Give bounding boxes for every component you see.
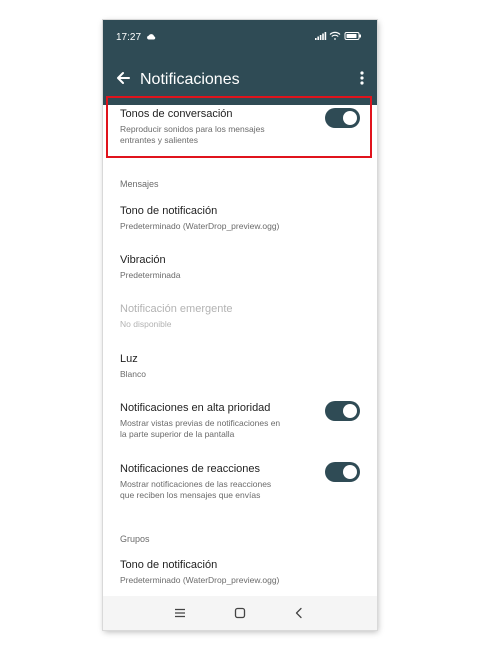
subtitle-line: la parte superior de la pantalla [120, 429, 235, 439]
status-time: 17:27 [116, 32, 142, 43]
signal-icon [315, 32, 327, 40]
home-icon[interactable] [233, 606, 247, 620]
setting-title: Vibración [120, 254, 166, 266]
setting-title: Luz [120, 353, 138, 365]
setting-notification-tone[interactable]: Tono de notificación Predeterminado (Wat… [120, 205, 360, 232]
setting-vibration[interactable]: Vibración Predeterminada [120, 254, 360, 281]
highlight-box [106, 96, 372, 158]
cloud-icon [146, 32, 156, 43]
subtitle-line: que reciben los mensajes que envías [120, 490, 261, 500]
setting-title: Notificación emergente [120, 303, 233, 315]
setting-value: Predeterminado (WaterDrop_preview.ogg) [120, 575, 280, 585]
status-icons [315, 31, 363, 41]
setting-value: Blanco [120, 369, 146, 379]
status-bar: 17:27 [103, 20, 377, 52]
setting-title: Notificaciones en alta prioridad [120, 402, 271, 414]
setting-subtitle: Mostrar vistas previas de notificaciones… [120, 418, 360, 440]
setting-title: Notificaciones de reacciones [120, 463, 261, 475]
setting-value: No disponible [120, 319, 172, 329]
setting-group-notification-tone[interactable]: Tono de notificación Predeterminado (Wat… [120, 559, 360, 586]
wifi-icon [329, 31, 341, 40]
subtitle-line: Mostrar notificaciones de las reacciones [120, 479, 272, 489]
subtitle-line: Mostrar vistas previas de notificaciones… [120, 418, 281, 428]
section-header-groups: Grupos [120, 534, 150, 544]
back-icon[interactable] [292, 606, 306, 620]
overflow-menu-icon[interactable] [359, 70, 365, 86]
setting-value: Predeterminada [120, 270, 181, 280]
navigation-bar [103, 596, 377, 630]
setting-subtitle: Mostrar notificaciones de las reacciones… [120, 479, 360, 501]
toggle-knob [343, 465, 357, 479]
page-title: Notificaciones [140, 71, 240, 88]
phone-frame: 17:27 Notificaciones Tonos de conversaci… [103, 20, 377, 630]
setting-light[interactable]: Luz Blanco [120, 353, 360, 380]
section-header-messages: Mensajes [120, 179, 159, 189]
reactions-toggle[interactable] [325, 462, 360, 482]
high-priority-toggle[interactable] [325, 401, 360, 421]
setting-value: Predeterminado (WaterDrop_preview.ogg) [120, 221, 280, 231]
recents-icon[interactable] [173, 606, 187, 620]
setting-popup-notification: Notificación emergente No disponible [120, 303, 360, 330]
setting-high-priority[interactable]: Notificaciones en alta prioridad Mostrar… [120, 402, 360, 440]
setting-reactions[interactable]: Notificaciones de reacciones Mostrar not… [120, 463, 360, 501]
battery-icon [344, 32, 361, 40]
setting-title: Tono de notificación [120, 205, 218, 217]
setting-title: Tono de notificación [120, 559, 218, 571]
back-arrow-icon[interactable] [113, 68, 133, 88]
toggle-knob [343, 404, 357, 418]
